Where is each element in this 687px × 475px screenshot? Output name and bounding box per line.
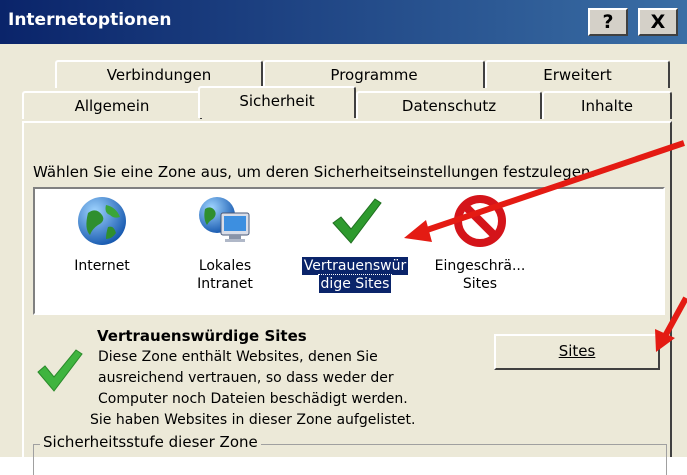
annotation-arrow-sites [655,296,687,352]
internet-options-dialog: Internetoptionen ? X Verbindungen Progra… [0,0,687,475]
